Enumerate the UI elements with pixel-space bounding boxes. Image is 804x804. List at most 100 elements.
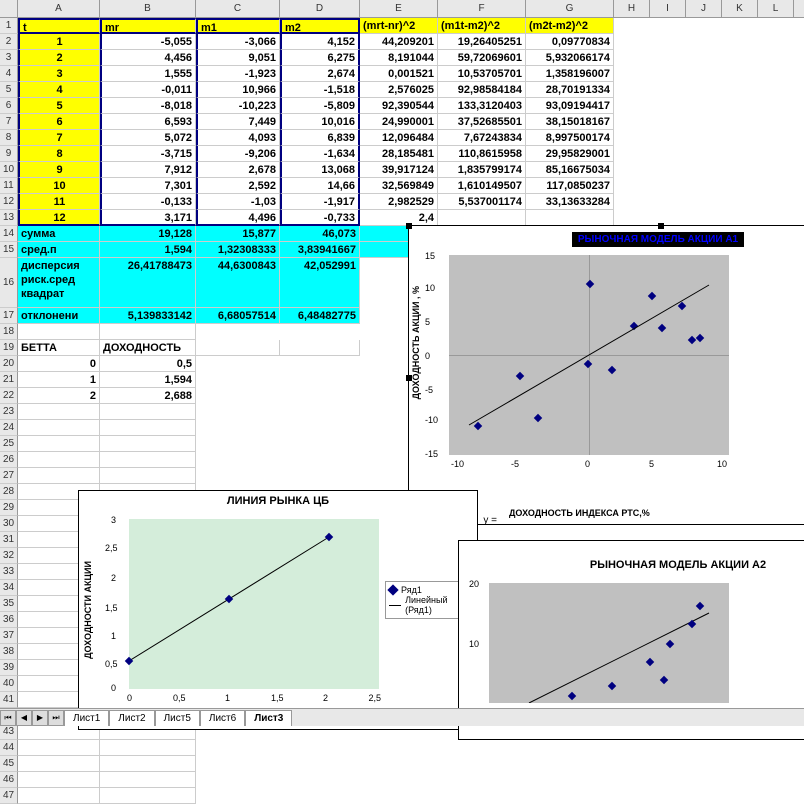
row-header[interactable]: 18 <box>0 324 18 340</box>
cell[interactable]: 6,48482775 <box>280 308 360 324</box>
cell[interactable]: 8,191044 <box>360 50 438 66</box>
row-header[interactable]: 44 <box>0 740 18 756</box>
col-header-E[interactable]: E <box>360 0 438 17</box>
cell[interactable]: 7,912 <box>100 162 196 178</box>
cell[interactable] <box>100 452 196 468</box>
cell[interactable] <box>100 420 196 436</box>
col-header-B[interactable]: B <box>100 0 196 17</box>
cell[interactable]: сред.п <box>18 242 100 258</box>
cell[interactable]: 1,594 <box>100 242 196 258</box>
cell[interactable]: (m1t-m2)^2 <box>438 18 526 34</box>
row-header[interactable]: 31 <box>0 532 18 548</box>
cell[interactable]: 5 <box>18 98 100 114</box>
cell[interactable]: 6,839 <box>280 130 360 146</box>
cell[interactable]: 110,8615958 <box>438 146 526 162</box>
cell[interactable]: 10,53705701 <box>438 66 526 82</box>
cell[interactable]: 2,688 <box>100 388 196 404</box>
cell[interactable]: ДОХОДНОСТЬ <box>100 340 196 356</box>
cell[interactable]: 6 <box>18 114 100 130</box>
cell[interactable]: 4,456 <box>100 50 196 66</box>
cell[interactable]: -3,715 <box>100 146 196 162</box>
cell[interactable]: -1,518 <box>280 82 360 98</box>
col-header-D[interactable]: D <box>280 0 360 17</box>
cell[interactable]: 1,835799174 <box>438 162 526 178</box>
cell[interactable]: 1 <box>18 372 100 388</box>
row-header[interactable]: 13 <box>0 210 18 226</box>
cell[interactable]: 10 <box>18 178 100 194</box>
cell[interactable]: 24,990001 <box>360 114 438 130</box>
cell[interactable]: 37,52685501 <box>438 114 526 130</box>
cell[interactable]: 11 <box>18 194 100 210</box>
cell[interactable]: 12 <box>18 210 100 226</box>
cell[interactable]: 1,555 <box>100 66 196 82</box>
cell[interactable]: 1,594 <box>100 372 196 388</box>
col-header-[interactable] <box>0 0 18 17</box>
cell[interactable]: 4,093 <box>196 130 280 146</box>
cell[interactable]: 13,068 <box>280 162 360 178</box>
cell[interactable]: 6,593 <box>100 114 196 130</box>
cell[interactable]: 2,678 <box>196 162 280 178</box>
row-header[interactable]: 21 <box>0 372 18 388</box>
cell[interactable]: 28,70191334 <box>526 82 614 98</box>
col-header-H[interactable]: H <box>614 0 650 17</box>
cell[interactable]: -1,923 <box>196 66 280 82</box>
cell[interactable] <box>100 740 196 756</box>
sheet-tab[interactable]: Лист1 <box>64 710 109 726</box>
col-header-A[interactable]: A <box>18 0 100 17</box>
cell[interactable]: 5,537001174 <box>438 194 526 210</box>
col-header-L[interactable]: L <box>758 0 794 17</box>
cell[interactable]: 0 <box>18 356 100 372</box>
row-header[interactable]: 7 <box>0 114 18 130</box>
cell[interactable]: (mrt-nr)^2 <box>360 18 438 34</box>
cell[interactable] <box>100 788 196 804</box>
cell[interactable]: 39,917124 <box>360 162 438 178</box>
cell[interactable]: 4 <box>18 82 100 98</box>
row-header[interactable]: 8 <box>0 130 18 146</box>
cell[interactable]: (m2t-m2)^2 <box>526 18 614 34</box>
row-header[interactable]: 47 <box>0 788 18 804</box>
cell[interactable] <box>18 324 100 340</box>
cell[interactable]: -1,03 <box>196 194 280 210</box>
cell[interactable]: 2,4 <box>360 210 438 226</box>
cell[interactable]: 29,95829001 <box>526 146 614 162</box>
cell[interactable]: 1 <box>18 34 100 50</box>
cell[interactable]: 7 <box>18 130 100 146</box>
row-header[interactable]: 43 <box>0 724 18 740</box>
row-header[interactable]: 5 <box>0 82 18 98</box>
row-header[interactable]: 6 <box>0 98 18 114</box>
row-header[interactable]: 2 <box>0 34 18 50</box>
cell[interactable]: 6,275 <box>280 50 360 66</box>
cell[interactable]: 3,83941667 <box>280 242 360 258</box>
cell[interactable]: 133,3120403 <box>438 98 526 114</box>
cell[interactable]: сумма <box>18 226 100 242</box>
cell[interactable] <box>100 436 196 452</box>
cell[interactable]: 3 <box>18 66 100 82</box>
cell[interactable]: mr <box>100 18 196 34</box>
cell[interactable]: 9 <box>18 162 100 178</box>
row-header[interactable]: 27 <box>0 468 18 484</box>
cell[interactable]: 28,185481 <box>360 146 438 162</box>
cell[interactable] <box>100 756 196 772</box>
cell[interactable]: 92,98584184 <box>438 82 526 98</box>
col-header-C[interactable]: C <box>196 0 280 17</box>
cell[interactable]: 14,66 <box>280 178 360 194</box>
row-header[interactable]: 12 <box>0 194 18 210</box>
cell[interactable] <box>18 420 100 436</box>
cell[interactable] <box>438 210 526 226</box>
row-header[interactable]: 11 <box>0 178 18 194</box>
row-header[interactable]: 39 <box>0 660 18 676</box>
tab-prev-icon[interactable]: ◀ <box>16 710 32 726</box>
row-header[interactable]: 45 <box>0 756 18 772</box>
col-header-G[interactable]: G <box>526 0 614 17</box>
cell[interactable]: -0,011 <box>100 82 196 98</box>
chart-line[interactable]: ЛИНИЯ РЫНКА ЦБ y = 3 2,5 2 1,5 1 0,5 0 0… <box>78 490 478 730</box>
cell[interactable]: 10,016 <box>280 114 360 130</box>
row-header[interactable]: 26 <box>0 452 18 468</box>
chart-a1[interactable]: РЫНОЧНАЯ МОДЕЛЬ АКЦИИ А1 15 10 5 0 -5 -1… <box>408 225 804 525</box>
sheet-tab[interactable]: Лист6 <box>200 710 245 726</box>
cell[interactable]: -5,055 <box>100 34 196 50</box>
cell[interactable]: 44,209201 <box>360 34 438 50</box>
row-header[interactable]: 3 <box>0 50 18 66</box>
row-header[interactable]: 37 <box>0 628 18 644</box>
row-header[interactable]: 1 <box>0 18 18 34</box>
